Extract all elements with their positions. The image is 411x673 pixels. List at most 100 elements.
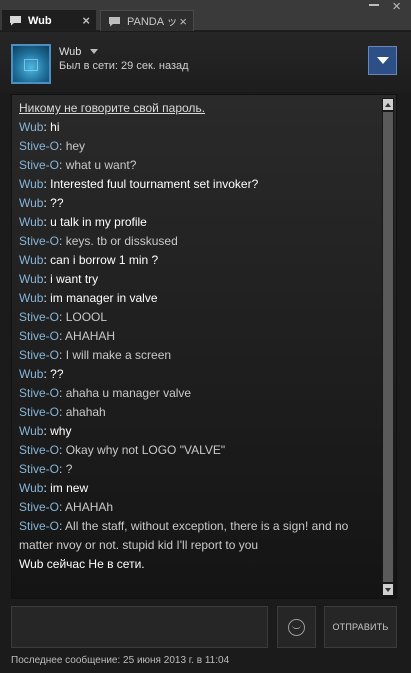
tab-close-icon[interactable]: ×	[82, 14, 90, 27]
chat-message: Stive-O: Okay why not LOGO "VALVE"	[19, 441, 379, 460]
chat-message: Stive-O: AHAHAh	[19, 498, 379, 517]
chat-message: Stive-O: keys. tb or disskused	[19, 232, 379, 251]
message-speaker[interactable]: Wub	[19, 481, 43, 495]
message-speaker[interactable]: Wub	[19, 253, 43, 267]
message-text: I will make a screen	[65, 348, 172, 362]
message-text: im manager in valve	[50, 291, 158, 305]
message-speaker[interactable]: Stive-O	[19, 386, 59, 400]
scroll-down-button[interactable]	[383, 584, 393, 595]
message-separator: :	[59, 310, 66, 324]
message-text: Interested fuul tournament set invoker?	[50, 177, 259, 191]
message-speaker[interactable]: Stive-O	[19, 234, 59, 248]
message-input[interactable]	[11, 606, 268, 648]
chevron-down-icon[interactable]	[90, 49, 98, 54]
message-speaker[interactable]: Stive-O	[19, 158, 59, 172]
message-speaker[interactable]: Stive-O	[19, 500, 59, 514]
message-separator: :	[59, 462, 66, 476]
scrollbar-thumb[interactable]	[383, 112, 393, 582]
chat-message: Stive-O: what u want?	[19, 156, 379, 175]
message-text: im new	[50, 481, 89, 495]
chat-message: Stive-O: ?	[19, 460, 379, 479]
window-close-icon[interactable]: ×	[392, 0, 401, 15]
offline-notice: Wub сейчас Не в сети.	[19, 557, 145, 571]
message-text: ahaha u manager valve	[65, 386, 192, 400]
chat-message: Stive-O: AHAHAH	[19, 327, 379, 346]
chat-message: Stive-O: ahahah	[19, 403, 379, 422]
chat-message: Wub: Interested fuul tournament set invo…	[19, 175, 379, 194]
chat-bubble-icon	[10, 16, 21, 26]
message-text: Okay why not LOGO "VALVE"	[65, 443, 226, 457]
avatar-frame[interactable]	[11, 44, 51, 84]
message-text: hi	[50, 120, 60, 134]
minimize-icon[interactable]	[369, 4, 379, 6]
message-list: Никому не говорите свой пароль. Wub: hi S…	[19, 99, 379, 574]
chat-message: Wub: u talk in my profile	[19, 213, 379, 232]
message-speaker[interactable]: Wub	[19, 177, 43, 191]
message-speaker[interactable]: Stive-O	[19, 405, 59, 419]
message-text: keys. tb or disskused	[65, 234, 178, 248]
avatar	[13, 46, 49, 82]
chat-message: Wub: im new	[19, 479, 379, 498]
tab-wub[interactable]: Wub ×	[2, 10, 96, 31]
arrow-down-icon	[385, 587, 391, 592]
message-text: why	[50, 424, 72, 438]
chat-bubble-icon	[109, 16, 120, 26]
message-separator: :	[59, 234, 66, 248]
message-text: AHAHAH	[65, 329, 116, 343]
chat-message: Stive-O: ahaha u manager valve	[19, 384, 379, 403]
tab-label: Wub	[28, 14, 52, 27]
chat-message: Wub: why	[19, 422, 379, 441]
message-separator: :	[59, 443, 66, 457]
message-text: ahahah	[65, 405, 106, 419]
message-speaker[interactable]: Stive-O	[19, 310, 59, 324]
message-speaker[interactable]: Wub	[19, 272, 43, 286]
message-speaker[interactable]: Stive-O	[19, 462, 59, 476]
message-speaker[interactable]: Stive-O	[19, 139, 59, 153]
chat-message: Stive-O: I will make a screen	[19, 346, 379, 365]
message-speaker[interactable]: Stive-O	[19, 519, 59, 533]
message-speaker[interactable]: Stive-O	[19, 443, 59, 457]
friend-status: Был в сети: 29 сек. назад	[59, 60, 189, 72]
message-text: ??	[50, 367, 64, 381]
chat-message: Wub: im manager in valve	[19, 289, 379, 308]
message-separator: :	[59, 348, 66, 362]
message-separator: :	[59, 405, 66, 419]
message-speaker[interactable]: Wub	[19, 196, 43, 210]
emoticon-button[interactable]	[277, 606, 316, 648]
message-speaker[interactable]: Wub	[19, 215, 43, 229]
last-message-timestamp: Последнее сообщение: 25 июня 2013 г. в 1…	[11, 655, 230, 666]
send-button[interactable]: ОТПРАВИТЬ	[324, 606, 397, 648]
message-text: u talk in my profile	[50, 215, 147, 229]
security-warning[interactable]: Никому не говорите свой пароль.	[19, 99, 379, 118]
scroll-up-button[interactable]	[383, 99, 393, 110]
message-text: ?	[65, 462, 73, 476]
message-speaker[interactable]: Wub	[19, 291, 43, 305]
friend-name[interactable]: Wub	[59, 46, 81, 58]
chat-message: Stive-O: All the staff, without exceptio…	[19, 517, 379, 555]
chat-message: Wub: can i borrow 1 min ?	[19, 251, 379, 270]
tab-panda[interactable]: PANDA ッ ×	[100, 10, 194, 31]
message-text: i want try	[50, 272, 99, 286]
message-separator: :	[59, 139, 66, 153]
message-speaker[interactable]: Stive-O	[19, 329, 59, 343]
message-speaker[interactable]: Wub	[19, 367, 43, 381]
tab-label: PANDA ッ	[127, 16, 178, 28]
chat-header: Wub Был в сети: 29 сек. назад	[0, 32, 411, 92]
message-speaker[interactable]: Wub	[19, 424, 43, 438]
message-text: All the staff, without exception, there …	[19, 519, 349, 552]
chat-log: Никому не говорите свой пароль. Wub: hi S…	[11, 94, 397, 599]
message-speaker[interactable]: Stive-O	[19, 348, 59, 362]
chat-message: Wub: i want try	[19, 270, 379, 289]
message-text: can i borrow 1 min ?	[50, 253, 159, 267]
message-text: ??	[50, 196, 64, 210]
scrollbar[interactable]	[382, 98, 394, 596]
chat-message: Wub: ??	[19, 365, 379, 384]
message-speaker[interactable]: Wub	[19, 120, 43, 134]
tab-close-icon[interactable]: ×	[179, 15, 187, 28]
message-text: what u want?	[65, 158, 137, 172]
chat-menu-button[interactable]	[368, 46, 397, 75]
chat-message: Wub: ??	[19, 194, 379, 213]
message-text: LOOOL	[65, 310, 108, 324]
chevron-down-icon	[376, 57, 389, 64]
chat-message: Stive-O: hey	[19, 137, 379, 156]
